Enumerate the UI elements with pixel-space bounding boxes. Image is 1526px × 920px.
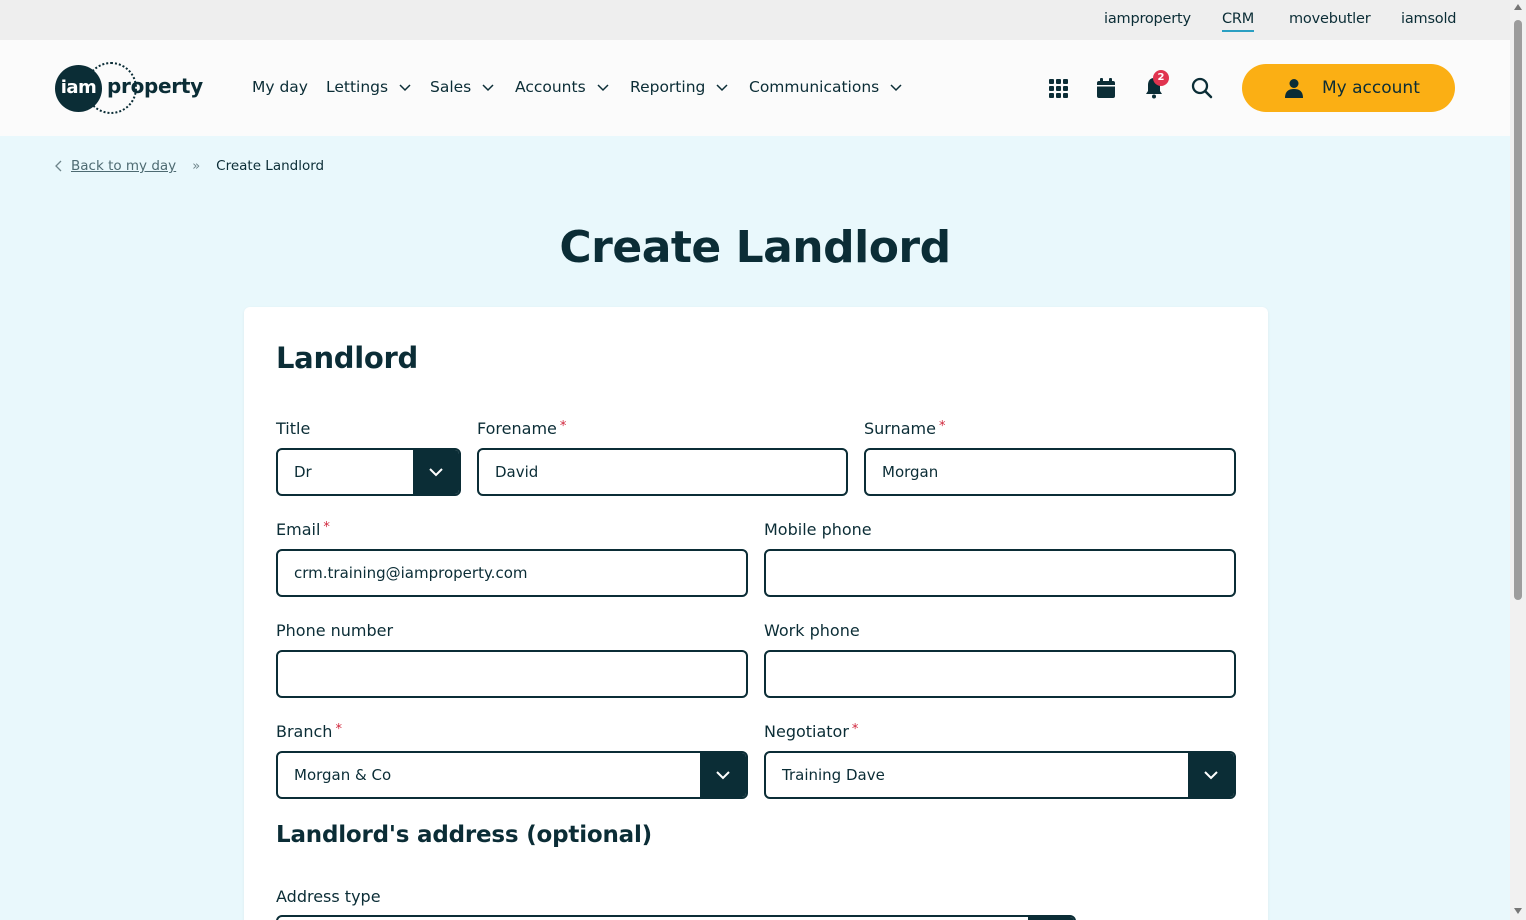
mobile-phone-label: Mobile phone bbox=[764, 520, 872, 539]
negotiator-select-toggle[interactable] bbox=[1188, 753, 1234, 797]
page-title: Create Landlord bbox=[559, 222, 951, 273]
negotiator-label-text: Negotiator bbox=[764, 722, 849, 741]
scroll-up-icon[interactable] bbox=[1514, 4, 1522, 10]
address-type-label-text: Address type bbox=[276, 887, 381, 906]
logo-circle: iam bbox=[55, 65, 102, 112]
forename-label: Forename * bbox=[477, 419, 566, 438]
forename-input[interactable] bbox=[477, 448, 848, 496]
title-select-value: Dr bbox=[294, 463, 312, 481]
chevron-down-icon bbox=[716, 84, 728, 92]
address-type-select[interactable] bbox=[276, 915, 1076, 920]
nav-item-label: Sales bbox=[430, 78, 472, 96]
utility-link-movebutler[interactable]: movebutler bbox=[1289, 11, 1371, 27]
work-phone-label: Work phone bbox=[764, 621, 860, 640]
negotiator-label: Negotiator * bbox=[764, 722, 858, 741]
negotiator-select[interactable]: Training Dave bbox=[764, 751, 1236, 799]
page-scrollbar[interactable] bbox=[1510, 0, 1526, 920]
email-input[interactable] bbox=[276, 549, 748, 597]
chevron-down-icon bbox=[890, 84, 902, 92]
required-marker: * bbox=[559, 419, 567, 434]
chevron-down-icon bbox=[1204, 771, 1218, 780]
back-to-my-day-link[interactable]: Back to my day bbox=[71, 158, 176, 174]
breadcrumb-separator-icon: » bbox=[192, 158, 201, 174]
branch-label-text: Branch bbox=[276, 722, 333, 741]
nav-item-label: Communications bbox=[749, 78, 880, 96]
work-phone-label-text: Work phone bbox=[764, 621, 860, 640]
title-label-text: Title bbox=[276, 419, 311, 438]
nav-item-label: My day bbox=[252, 78, 308, 96]
calendar-icon[interactable] bbox=[1094, 76, 1118, 100]
my-account-button[interactable]: My account bbox=[1242, 64, 1455, 112]
main-header: iam property My day Lettings Sales Accou… bbox=[0, 40, 1510, 136]
logo-text: property bbox=[107, 74, 203, 98]
nav-item-label: Lettings bbox=[326, 78, 389, 96]
title-select[interactable]: Dr bbox=[276, 448, 461, 496]
surname-label: Surname * bbox=[864, 419, 945, 438]
chevron-down-icon bbox=[597, 84, 609, 92]
nav-item-label: Accounts bbox=[515, 78, 586, 96]
required-marker: * bbox=[335, 722, 342, 737]
branch-label: Branch * bbox=[276, 722, 342, 741]
mobile-phone-input[interactable] bbox=[764, 549, 1236, 597]
required-marker: * bbox=[938, 419, 946, 434]
mobile-phone-label-text: Mobile phone bbox=[764, 520, 872, 539]
address-type-label: Address type bbox=[276, 887, 381, 906]
grid-icon[interactable] bbox=[1046, 76, 1070, 100]
address-section-title: Landlord's address (optional) bbox=[276, 822, 652, 848]
notification-badge: 2 bbox=[1153, 70, 1169, 86]
utility-link-crm[interactable]: CRM bbox=[1222, 11, 1254, 32]
my-account-label: My account bbox=[1322, 78, 1420, 98]
nav-item-my-day[interactable]: My day bbox=[252, 78, 308, 96]
branch-select-toggle[interactable] bbox=[700, 753, 746, 797]
scroll-down-icon[interactable] bbox=[1514, 908, 1522, 914]
title-label: Title bbox=[276, 419, 310, 438]
chevron-down-icon bbox=[399, 84, 411, 92]
chevron-down-icon bbox=[429, 468, 443, 477]
nav-item-label: Reporting bbox=[630, 78, 706, 96]
breadcrumb-current: Create Landlord bbox=[216, 158, 325, 174]
surname-label-text: Surname bbox=[864, 419, 936, 438]
scrollbar-thumb[interactable] bbox=[1514, 20, 1522, 600]
title-select-toggle[interactable] bbox=[413, 450, 459, 494]
nav-item-lettings[interactable]: Lettings bbox=[326, 78, 412, 96]
chevron-down-icon bbox=[716, 771, 730, 780]
breadcrumb: Back to my day » Create Landlord bbox=[55, 158, 324, 174]
logo[interactable]: iam property bbox=[55, 62, 203, 116]
required-marker: * bbox=[851, 722, 859, 737]
utility-bar: iamproperty CRM movebutler iamsold bbox=[0, 0, 1510, 40]
phone-number-label: Phone number bbox=[276, 621, 393, 640]
negotiator-select-value: Training Dave bbox=[782, 766, 885, 784]
form-section-title: Landlord bbox=[276, 341, 418, 375]
user-icon bbox=[1285, 79, 1303, 98]
surname-input[interactable] bbox=[864, 448, 1236, 496]
chevron-down-icon bbox=[482, 84, 494, 92]
nav-item-accounts[interactable]: Accounts bbox=[515, 78, 610, 96]
email-label: Email * bbox=[276, 520, 330, 539]
nav-item-communications[interactable]: Communications bbox=[749, 78, 903, 96]
landlord-form-card: Landlord Title Dr Forename* Surname* Ema… bbox=[244, 307, 1268, 920]
utility-link-iamsold[interactable]: iamsold bbox=[1401, 11, 1457, 27]
phone-number-input[interactable] bbox=[276, 650, 748, 698]
phone-number-label-text: Phone number bbox=[276, 621, 394, 640]
chevron-left-icon bbox=[55, 160, 62, 172]
required-marker: * bbox=[323, 520, 330, 535]
search-icon[interactable] bbox=[1190, 76, 1214, 100]
work-phone-input[interactable] bbox=[764, 650, 1236, 698]
email-label-text: Email bbox=[276, 520, 321, 539]
utility-link-iamproperty[interactable]: iamproperty bbox=[1104, 11, 1191, 27]
nav-item-sales[interactable]: Sales bbox=[430, 78, 495, 96]
nav-item-reporting[interactable]: Reporting bbox=[630, 78, 729, 96]
branch-select-value: Morgan & Co bbox=[294, 766, 392, 784]
branch-select[interactable]: Morgan & Co bbox=[276, 751, 748, 799]
forename-label-text: Forename bbox=[477, 419, 557, 438]
